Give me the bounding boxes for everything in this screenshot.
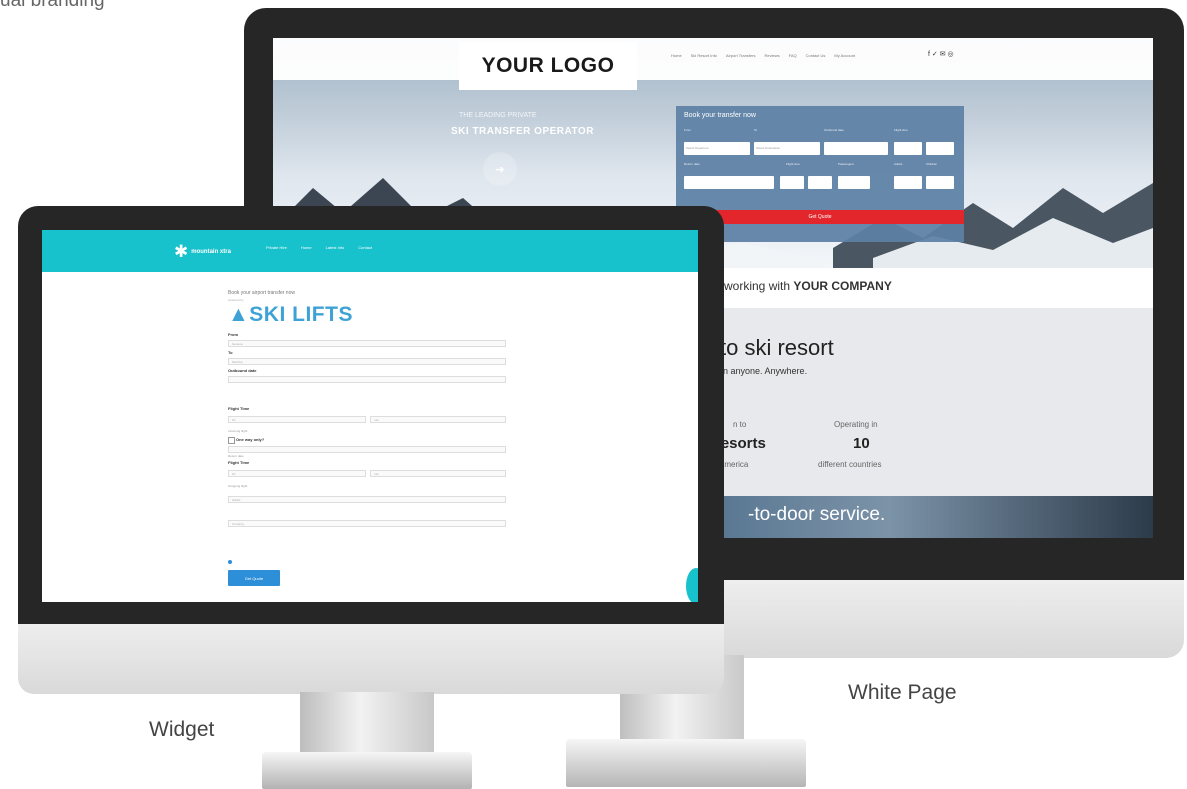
nav-link-faq[interactable]: FAQ <box>789 53 797 58</box>
car-icon: ➜ <box>483 152 517 186</box>
label-return-date: Return date <box>684 162 700 166</box>
label-to: To <box>754 128 758 132</box>
label-return-flight-time: Flight Time <box>228 460 250 465</box>
return-date-input[interactable] <box>228 446 506 453</box>
service-banner-text: -to-door service. <box>748 504 886 525</box>
incoming-flight-note: Incoming flight <box>228 429 248 433</box>
caption-widget: Widget <box>149 718 215 741</box>
site-nav-links: Home Ski Resort Info Airport Transfers R… <box>671 53 855 58</box>
label-outbound-date: Outbound date <box>824 128 844 132</box>
widget-site-menu: Private Hire Home Latest Info Contact <box>266 245 372 250</box>
company-name: YOUR COMPANY <box>793 279 892 293</box>
get-quote-button[interactable]: Get Quote <box>228 570 280 586</box>
stat-value: 10 <box>853 435 870 452</box>
to-select[interactable]: Select Destination <box>754 142 820 155</box>
adults-select[interactable] <box>894 176 922 189</box>
widget-monitor: ✱ mountain xtra Private Hire Home Latest… <box>18 206 724 694</box>
label-one-way: One way only? <box>236 437 265 442</box>
mountain-xtra-logo[interactable]: ✱ mountain xtra <box>174 243 231 260</box>
nav-link-reviews[interactable]: Reviews <box>764 53 779 58</box>
snowflake-icon: ✱ <box>174 242 189 261</box>
nav-link-contact[interactable]: Contact Us <box>806 53 826 58</box>
label-from: From <box>684 128 691 132</box>
caption-white-page: White Page <box>848 681 957 704</box>
widget-monitor-stand <box>262 692 472 789</box>
flight-min-select[interactable]: min <box>370 416 506 423</box>
menu-contact[interactable]: Contact <box>358 245 372 250</box>
widget-site-nav: ✱ mountain xtra Private Hire Home Latest… <box>42 230 698 272</box>
ski-lifts-brand: ▲SKI LIFTS <box>228 303 353 327</box>
return-min-select[interactable]: min <box>370 470 506 477</box>
label-children: Children <box>926 162 938 166</box>
flight-hour-select[interactable] <box>894 142 922 155</box>
label-return-flight-time: Flight time <box>786 162 800 166</box>
to-input[interactable]: Morzine <box>228 358 506 365</box>
children-select[interactable] <box>926 176 954 189</box>
caption-visual-branding: ual branding <box>0 0 105 11</box>
ski-lifts-brand-text: SKI LIFTS <box>249 303 353 326</box>
outbound-date-input[interactable] <box>228 376 506 383</box>
stat-label: Operating in <box>834 420 878 429</box>
label-passengers: Passengers <box>838 162 854 166</box>
resort-title: to ski resort <box>720 335 834 360</box>
return-min-select[interactable] <box>808 176 832 189</box>
from-input[interactable]: Geneva <box>228 340 506 347</box>
monitor-chin <box>18 624 724 694</box>
from-select[interactable]: Select Departure <box>684 142 750 155</box>
label-flight-time: Flight Time <box>228 406 250 411</box>
nav-link-ski-resort-info[interactable]: Ski Resort Info <box>691 53 717 58</box>
hero-title: SKI TRANSFER OPERATOR <box>451 126 594 137</box>
menu-latest-info[interactable]: Latest Info <box>326 245 345 250</box>
menu-private-hire[interactable]: Private Hire <box>266 245 287 250</box>
return-hour-select[interactable] <box>780 176 804 189</box>
chat-icon[interactable] <box>686 568 698 602</box>
return-date-input[interactable] <box>684 176 774 189</box>
mountain-xtra-logo-text: mountain xtra <box>191 248 231 255</box>
outgoing-flight-note: Outgoing flight <box>228 484 248 488</box>
outbound-date-input[interactable] <box>824 142 888 155</box>
widget-powered-by: powered by <box>228 298 244 302</box>
nav-link-home[interactable]: Home <box>671 53 682 58</box>
label-outbound-date: Outbound date <box>228 368 257 373</box>
company-text: e working with YOUR COMPANY <box>714 279 892 293</box>
widget-heading: Book your airport transfer now <box>228 290 295 296</box>
label-adults: Adults <box>894 162 903 166</box>
logo-text: YOUR LOGO <box>481 54 615 77</box>
return-hour-select[interactable]: 10 <box>228 470 366 477</box>
passengers-select[interactable]: Adults <box>228 496 506 503</box>
passengers-stepper[interactable] <box>838 176 870 189</box>
company-prefix: e working with <box>714 279 791 293</box>
logo-box[interactable]: YOUR LOGO <box>459 42 637 90</box>
mountain-icon: ▲ <box>228 303 250 326</box>
nav-link-account[interactable]: My Account <box>834 53 855 58</box>
social-icons[interactable]: f ✓ ✉ ◎ <box>928 50 954 58</box>
site-nav-bar <box>273 38 1153 80</box>
widget-screen: ✱ mountain xtra Private Hire Home Latest… <box>42 230 698 602</box>
currency-select[interactable]: Currency <box>228 520 506 527</box>
label-flight-time: Flight time <box>894 128 908 132</box>
flight-min-select[interactable] <box>926 142 954 155</box>
booking-form-title: Book your transfer now <box>684 112 756 119</box>
stat-desc: different countries <box>818 460 882 469</box>
one-way-checkbox[interactable] <box>228 437 235 444</box>
info-icon <box>228 560 232 564</box>
return-date-note: Return date <box>228 454 244 458</box>
label-from: From <box>228 332 238 337</box>
nav-link-airport-transfers[interactable]: Airport Transfers <box>726 53 756 58</box>
resort-subtitle: an anyone. Anywhere. <box>718 366 808 376</box>
flight-hour-select[interactable]: 10 <box>228 416 366 423</box>
menu-home[interactable]: Home <box>301 245 312 250</box>
hero-subtitle: THE LEADING PRIVATE <box>459 112 537 119</box>
stat-label: n to <box>733 420 747 429</box>
label-to: To <box>228 350 233 355</box>
